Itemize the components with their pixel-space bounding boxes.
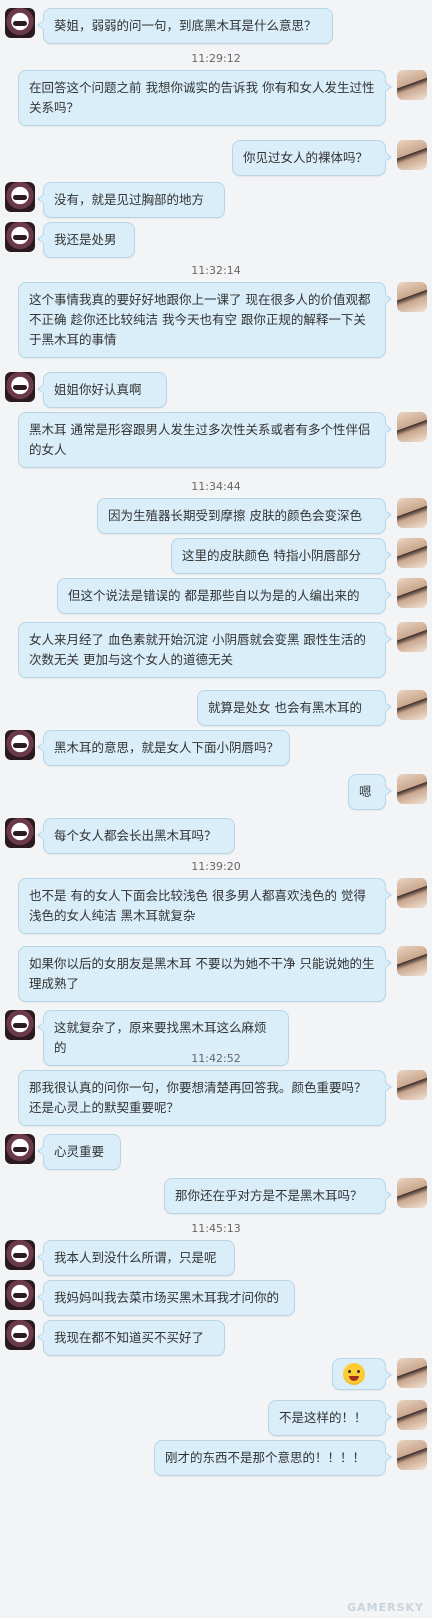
message-text: 心灵重要 [54,1144,105,1159]
message-bubble[interactable]: 因为生殖器长期受到摩擦 皮肤的颜色会变深色 [97,498,392,534]
message-text: 因为生殖器长期受到摩擦 皮肤的颜色会变深色 [108,508,362,523]
message-text: 我本人到没什么所谓，只是呢 [54,1250,217,1265]
sender-avatar[interactable] [5,1320,35,1350]
timestamp: 11:32:14 [191,264,241,277]
message-bubble[interactable]: 那我很认真的问你一句，你要想清楚再回答我。颜色重要吗？还是心灵上的默契重要呢？ [18,1070,392,1126]
self-avatar[interactable] [397,1358,427,1388]
self-avatar[interactable] [397,70,427,100]
message-bubble[interactable]: 就算是处女 也会有黑木耳的 [197,690,392,726]
timestamp: 11:34:44 [191,480,241,493]
message-text: 没有，就是见过胸部的地方 [54,192,205,207]
message-text: 我妈妈叫我去菜市场买黑木耳我才问你的 [54,1290,280,1305]
message-text: 那我很认真的问你一句，你要想清楚再回答我。颜色重要吗？还是心灵上的默契重要呢？ [29,1080,367,1115]
self-avatar[interactable] [397,1400,427,1430]
message-text: 这里的皮肤颜色 特指小阴唇部分 [182,548,361,563]
self-avatar[interactable] [397,578,427,608]
self-avatar[interactable] [397,538,427,568]
message-bubble[interactable]: 如果你以后的女朋友是黑木耳 不要以为她不干净 只能说她的生理成熟了 [18,946,392,1002]
self-avatar[interactable] [397,622,427,652]
message-text: 在回答这个问题之前 我想你诚实的告诉我 你有和女人发生过性关系吗？ [29,80,375,115]
message-bubble[interactable]: 我现在都不知道买不买好了 [37,1320,225,1356]
message-text: 刚才的东西不是那个意思的！！！！ [165,1450,366,1465]
message-bubble[interactable]: 不是这样的！！ [268,1400,392,1436]
sender-avatar[interactable] [5,1134,35,1164]
message-bubble[interactable]: 那你还在乎对方是不是黑木耳吗？ [164,1178,392,1214]
self-avatar[interactable] [397,282,427,312]
watermark: GAMERSKY [347,1601,424,1614]
sender-avatar[interactable] [5,372,35,402]
message-text: 这就复杂了，原来要找黑木耳这么麻烦的 [54,1020,267,1055]
message-bubble[interactable]: 这个事情我真的要好好地跟你上一课了 现在很多人的价值观都不正确 趁你还比较纯洁 … [18,282,392,358]
message-text: 女人来月经了 血色素就开始沉淀 小阴唇就会变黑 跟性生活的次数无关 更加与这个女… [29,632,366,667]
message-text: 葵姐，弱弱的问一句，到底黑木耳是什么意思？ [54,18,317,33]
message-bubble[interactable]: 嗯 [348,774,392,810]
message-text: 我现在都不知道买不买好了 [54,1330,205,1345]
sender-avatar[interactable] [5,1240,35,1270]
message-text: 那你还在乎对方是不是黑木耳吗？ [175,1188,363,1203]
message-text: 你见过女人的裸体吗？ [243,150,369,165]
sender-avatar[interactable] [5,182,35,212]
sender-avatar[interactable] [5,1280,35,1310]
message-text: 嗯 [359,784,372,799]
sender-avatar[interactable] [5,1010,35,1040]
message-bubble[interactable]: 在回答这个问题之前 我想你诚实的告诉我 你有和女人发生过性关系吗？ [18,70,392,126]
message-bubble[interactable]: 我本人到没什么所谓，只是呢 [37,1240,235,1276]
sender-avatar[interactable] [5,8,35,38]
message-bubble[interactable]: 我还是处男 [37,222,135,258]
message-bubble[interactable]: 女人来月经了 血色素就开始沉淀 小阴唇就会变黑 跟性生活的次数无关 更加与这个女… [18,622,392,678]
message-bubble[interactable]: 你见过女人的裸体吗？ [232,140,392,176]
message-text: 就算是处女 也会有黑木耳的 [208,700,362,715]
sender-avatar[interactable] [5,730,35,760]
timestamp: 11:42:52 [191,1052,241,1065]
sender-avatar[interactable] [5,818,35,848]
message-text: 我还是处男 [54,232,117,247]
sender-avatar[interactable] [5,222,35,252]
self-avatar[interactable] [397,946,427,976]
self-avatar[interactable] [397,690,427,720]
message-bubble[interactable]: 这里的皮肤颜色 特指小阴唇部分 [171,538,392,574]
message-text: 姐姐你好认真啊 [54,382,142,397]
timestamp: 11:45:13 [191,1222,241,1235]
message-bubble[interactable]: 心灵重要 [37,1134,121,1170]
self-avatar[interactable] [397,774,427,804]
message-bubble[interactable] [332,1358,392,1390]
message-text: 不是这样的！！ [279,1410,367,1425]
message-bubble[interactable]: 也不是 有的女人下面会比较浅色 很多男人都喜欢浅色的 觉得浅色的女人纯洁 黑木耳… [18,878,392,934]
self-avatar[interactable] [397,412,427,442]
message-bubble[interactable]: 但这个说法是错误的 都是那些自以为是的人编出来的 [57,578,392,614]
message-text: 黑木耳的意思，就是女人下面小阴唇吗？ [54,740,280,755]
angry-face-icon [343,1363,365,1385]
message-bubble[interactable]: 我妈妈叫我去菜市场买黑木耳我才问你的 [37,1280,295,1316]
message-text: 黑木耳 通常是形容跟男人发生过多次性关系或者有多个性伴侣的女人 [29,422,371,457]
chat-log: 葵姐，弱弱的问一句，到底黑木耳是什么意思？ 11:29:12 在回答这个问题之前 我… [0,0,432,1618]
message-bubble[interactable]: 每个女人都会长出黑木耳吗？ [37,818,235,854]
message-text: 每个女人都会长出黑木耳吗？ [54,828,217,843]
message-bubble[interactable]: 姐姐你好认真啊 [37,372,167,408]
message-bubble[interactable]: 黑木耳的意思，就是女人下面小阴唇吗？ [37,730,290,766]
message-bubble[interactable]: 刚才的东西不是那个意思的！！！！ [154,1440,392,1476]
message-bubble[interactable]: 黑木耳 通常是形容跟男人发生过多次性关系或者有多个性伴侣的女人 [18,412,392,468]
self-avatar[interactable] [397,1070,427,1100]
self-avatar[interactable] [397,140,427,170]
message-text: 也不是 有的女人下面会比较浅色 很多男人都喜欢浅色的 觉得浅色的女人纯洁 黑木耳… [29,888,366,923]
timestamp: 11:39:20 [191,860,241,873]
self-avatar[interactable] [397,1440,427,1470]
timestamp: 11:29:12 [191,52,241,65]
self-avatar[interactable] [397,498,427,528]
self-avatar[interactable] [397,878,427,908]
message-bubble[interactable]: 没有，就是见过胸部的地方 [37,182,225,218]
message-text: 但这个说法是错误的 都是那些自以为是的人编出来的 [68,588,360,603]
self-avatar[interactable] [397,1178,427,1208]
message-text: 如果你以后的女朋友是黑木耳 不要以为她不干净 只能说她的生理成熟了 [29,956,375,991]
message-bubble[interactable]: 葵姐，弱弱的问一句，到底黑木耳是什么意思？ [37,8,333,44]
message-text: 这个事情我真的要好好地跟你上一课了 现在很多人的价值观都不正确 趁你还比较纯洁 … [29,292,371,347]
